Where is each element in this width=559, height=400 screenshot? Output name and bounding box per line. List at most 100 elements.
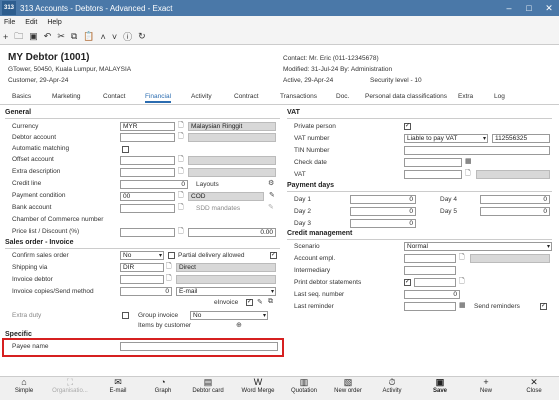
last-reminder-field[interactable] — [404, 302, 456, 311]
vat-field[interactable] — [404, 170, 462, 179]
menu-file[interactable]: File — [4, 19, 15, 26]
tab-marketing[interactable]: Marketing — [52, 93, 81, 100]
document-icon[interactable]: 🗋 — [178, 227, 184, 238]
section-vat: VAT — [287, 109, 300, 116]
document-icon[interactable]: 🗋 — [178, 132, 184, 143]
debtor-card-button[interactable]: ▤ Debtor card — [188, 377, 228, 399]
account-empl-field[interactable] — [404, 254, 456, 263]
payee-name-field[interactable] — [120, 342, 278, 351]
contact-text[interactable]: Contact: Mr. Eric (011-12345678) — [283, 55, 379, 62]
email-button[interactable]: ✉ E-mail — [98, 377, 138, 399]
partial-delivery-checkbox[interactable] — [168, 252, 175, 259]
document-icon[interactable]: 🗋 — [166, 274, 172, 285]
menu-help[interactable]: Help — [47, 19, 61, 26]
add-icon[interactable]: + — [3, 32, 8, 42]
save-button[interactable]: ▣ Save — [420, 377, 460, 399]
discount-field[interactable]: 0.00 — [188, 228, 276, 237]
invoice-debtor-field[interactable] — [120, 275, 164, 284]
info-icon[interactable]: ⓘ — [123, 30, 132, 43]
scenario-dropdown[interactable]: Normal ▾ — [404, 242, 552, 251]
document-icon[interactable]: 🗋 — [178, 203, 184, 214]
close-window-button[interactable]: ✕ — [539, 3, 559, 14]
check-date-field[interactable] — [404, 158, 462, 167]
tab-personal-data[interactable]: Personal data classifications — [365, 93, 447, 100]
group-invoice-dropdown[interactable]: No ▾ — [190, 311, 268, 320]
confirm-sales-dropdown[interactable]: No ▾ — [120, 251, 164, 260]
tab-transactions[interactable]: Transactions — [280, 93, 317, 100]
einvoice-checkbox[interactable]: ✓ — [246, 299, 253, 306]
bank-account-field[interactable] — [120, 204, 175, 213]
pencil-icon[interactable]: ✎ — [269, 191, 275, 199]
tab-financial[interactable]: Financial — [145, 93, 172, 103]
document-icon[interactable]: 🗋 — [465, 169, 471, 180]
vat-number-field[interactable]: 112556325 — [492, 134, 550, 143]
refresh-icon[interactable]: ↻ — [138, 31, 146, 42]
send-method-dropdown[interactable]: E-mail ▾ — [176, 287, 276, 296]
tab-basics[interactable]: Basics — [12, 93, 31, 100]
close-button[interactable]: ✕ Close — [514, 377, 554, 399]
day2-field[interactable]: 0 — [350, 207, 416, 216]
last-seq-field[interactable]: 0 — [404, 290, 460, 299]
tin-number-field[interactable] — [404, 146, 550, 155]
intermediary-field[interactable] — [404, 266, 456, 275]
paste-icon[interactable]: 📋 — [83, 31, 94, 42]
copy-icon[interactable]: ⧉ — [268, 298, 273, 306]
tab-log[interactable]: Log — [494, 93, 505, 100]
document-icon[interactable]: 🗋 — [178, 155, 184, 166]
payment-condition-code-field[interactable]: 00 — [120, 192, 175, 201]
document-icon[interactable]: 🗋 — [459, 277, 465, 288]
pencil-icon[interactable]: ✎ — [257, 298, 263, 306]
save-icon[interactable]: ▣ — [29, 31, 38, 42]
private-person-checkbox[interactable]: ✓ — [404, 123, 411, 130]
day4-field[interactable]: 0 — [480, 195, 550, 204]
quotation-button[interactable]: ▥ Quotation — [284, 377, 324, 399]
tab-contact[interactable]: Contact — [103, 93, 125, 100]
new-button[interactable]: + New — [466, 377, 506, 399]
offset-account-field[interactable] — [120, 156, 175, 165]
day1-field[interactable]: 0 — [350, 195, 416, 204]
currency-code-field[interactable]: MYR — [120, 122, 175, 131]
word-merge-button[interactable]: W Word Merge — [236, 377, 280, 399]
up-icon[interactable]: ˄ — [101, 32, 106, 42]
shipping-code-field[interactable]: DIR — [120, 263, 164, 272]
send-reminders-checkbox[interactable]: ✓ — [540, 303, 547, 310]
day5-field[interactable]: 0 — [480, 207, 550, 216]
document-icon[interactable]: 🗋 — [459, 253, 465, 264]
down-icon[interactable]: ˅ — [112, 32, 117, 42]
graph-button[interactable]: ◔ Graph — [143, 377, 183, 399]
document-icon[interactable]: 🗋 — [178, 191, 184, 202]
copy-icon[interactable]: ⧉ — [71, 31, 77, 42]
print-statements-field[interactable] — [414, 278, 456, 287]
menu-edit[interactable]: Edit — [25, 19, 37, 26]
price-list-field[interactable] — [120, 228, 175, 237]
tab-activity[interactable]: Activity — [191, 93, 212, 100]
tab-extra[interactable]: Extra — [458, 93, 473, 100]
layouts-icon[interactable]: ⚙ — [268, 179, 274, 187]
target-icon[interactable]: ⊕ — [236, 321, 242, 329]
scissors-icon[interactable]: ✂ — [57, 31, 65, 42]
calendar-icon[interactable]: ▦ — [459, 301, 466, 309]
activity-button[interactable]: ⏱ Activity — [372, 377, 412, 399]
tab-doc[interactable]: Doc. — [336, 93, 349, 100]
document-icon[interactable]: 🗋 — [166, 262, 172, 273]
tab-contract[interactable]: Contract — [234, 93, 259, 100]
undo-icon[interactable]: ↶ — [44, 31, 52, 42]
simple-button[interactable]: ⌂ Simple — [4, 377, 44, 399]
debtor-account-field[interactable] — [120, 133, 175, 142]
vat-liability-dropdown[interactable]: Liable to pay VAT ▾ — [404, 134, 488, 143]
open-icon[interactable]: 🗀 — [14, 29, 23, 45]
document-icon[interactable]: 🗋 — [178, 167, 184, 178]
document-icon[interactable]: 🗋 — [178, 121, 184, 132]
day3-field[interactable]: 0 — [350, 219, 416, 228]
extra-duty-checkbox[interactable] — [122, 312, 129, 319]
calendar-icon[interactable]: ▦ — [465, 157, 472, 165]
extra-description-field[interactable] — [120, 168, 175, 177]
minimize-button[interactable]: – — [499, 3, 519, 13]
credit-line-field[interactable]: 0 — [120, 180, 188, 189]
auto-matching-checkbox[interactable] — [122, 146, 129, 153]
invoice-copies-field[interactable]: 0 — [120, 287, 172, 296]
print-statements-checkbox[interactable]: ✓ — [404, 279, 411, 286]
partial-delivery-check[interactable]: ✓ — [270, 252, 277, 259]
restore-button[interactable]: □ — [519, 3, 539, 13]
new-order-button[interactable]: ▧ New order — [328, 377, 368, 399]
